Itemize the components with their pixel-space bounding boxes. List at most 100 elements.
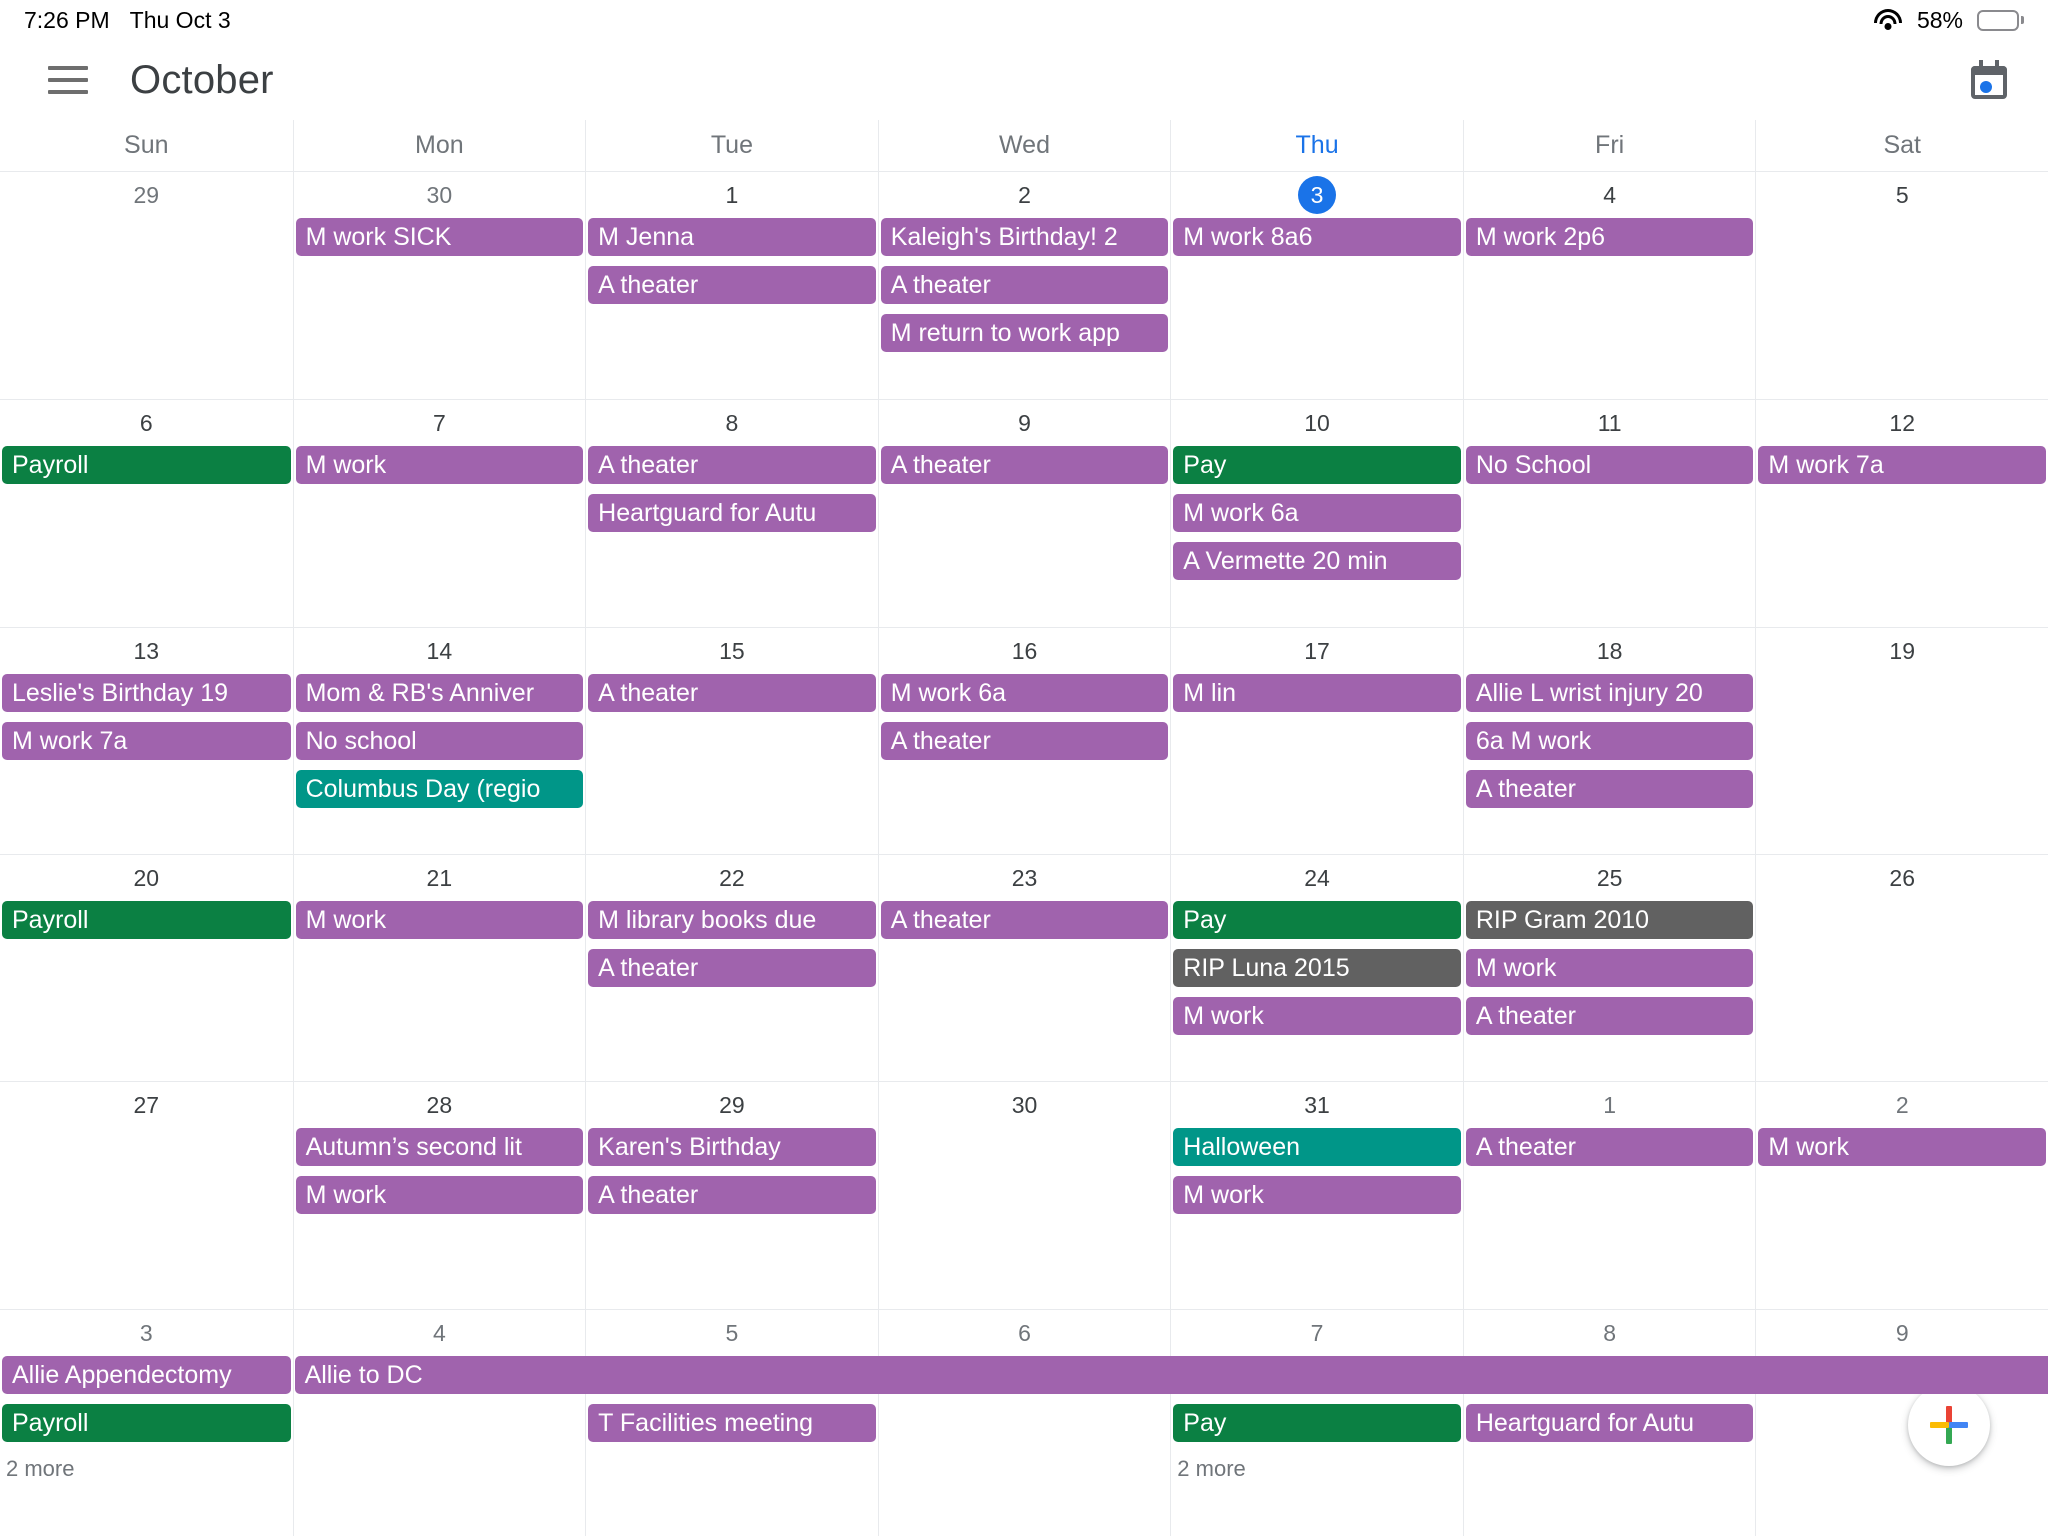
event-chip[interactable]: M work 7a — [1758, 446, 2046, 485]
day-cell[interactable]: 15 A theater — [585, 627, 878, 854]
day-cell[interactable]: 9 — [1755, 1309, 2048, 1536]
day-cell[interactable]: 16 M work 6a A theater — [877, 627, 1171, 854]
day-cell[interactable]: 1 M Jenna A theater — [585, 172, 878, 400]
event-chip[interactable]: M work 6a — [880, 673, 1169, 712]
more-events-link[interactable]: 2 more — [6, 1452, 291, 1486]
event-chip[interactable]: Payroll — [2, 900, 291, 939]
day-cell[interactable]: 7 M work — [292, 400, 586, 627]
day-cell[interactable]: 27 — [0, 1082, 293, 1308]
event-chip[interactable]: RIP Gram 2010 — [1465, 900, 1754, 939]
day-cell[interactable]: 22 M library books due A theater — [585, 854, 878, 1082]
event-chip[interactable]: A theater — [1465, 1128, 1754, 1167]
day-cell[interactable]: 3 Allie Appendectomy Payroll 2 more — [0, 1310, 293, 1536]
day-cell[interactable]: 30 M work SICK — [292, 172, 586, 400]
event-chip[interactable]: 6a M work — [1465, 721, 1754, 760]
event-chip[interactable]: No school — [295, 721, 584, 760]
event-chip[interactable]: Karen's Birthday — [588, 1128, 876, 1167]
event-chip[interactable]: M work — [295, 1176, 584, 1215]
event-chip[interactable]: Allie L wrist injury 20 — [1465, 673, 1754, 712]
day-cell[interactable]: 24 Pay RIP Luna 2015 M work — [1170, 854, 1463, 1082]
event-chip[interactable]: M work — [295, 900, 584, 939]
day-cell[interactable]: 4 M work 2p6 — [1462, 172, 1756, 400]
event-chip[interactable]: A Vermette 20 min — [1173, 542, 1461, 581]
day-cell[interactable]: 18 Allie L wrist injury 20 6a M work A the… — [1462, 627, 1756, 854]
event-chip[interactable]: Payroll — [2, 446, 291, 485]
multi-day-event-chip[interactable]: Allie to DC — [294, 1355, 2048, 1394]
day-cell[interactable]: 8 Heartguard for Autu — [1462, 1309, 1756, 1536]
day-cell[interactable]: 23 A theater — [877, 854, 1171, 1082]
event-chip[interactable]: Pay — [1173, 1403, 1461, 1442]
day-cell[interactable]: 19 — [1755, 627, 2048, 854]
event-chip[interactable]: A theater — [588, 266, 876, 304]
day-cell[interactable]: 14 Mom & RB's Anniver No school Columbus Da… — [292, 627, 586, 854]
event-chip[interactable]: Heartguard for Autu — [1465, 1403, 1754, 1442]
day-cell[interactable]: 12 M work 7a — [1755, 400, 2048, 627]
event-chip[interactable]: M work — [1465, 948, 1754, 987]
day-cell[interactable]: 3M work 8a6 — [1170, 172, 1463, 400]
day-cell[interactable]: 26 — [1755, 854, 2048, 1082]
event-chip[interactable]: A theater — [588, 948, 876, 987]
hamburger-menu-icon[interactable] — [48, 66, 88, 94]
day-cell[interactable]: 9 A theater — [877, 400, 1171, 627]
day-cell[interactable]: 25 RIP Gram 2010 M work A theater — [1462, 854, 1756, 1082]
create-event-fab[interactable] — [1908, 1384, 1990, 1466]
event-chip[interactable]: A theater — [880, 446, 1169, 485]
event-chip[interactable]: M work 6a — [1173, 494, 1461, 533]
day-cell[interactable]: 8 A theater Heartguard for Autu — [585, 400, 878, 627]
event-chip[interactable]: RIP Luna 2015 — [1173, 948, 1461, 987]
event-chip[interactable]: Pay — [1173, 446, 1461, 485]
day-cell[interactable]: 10 Pay M work 6a A Vermette 20 min — [1170, 400, 1463, 627]
event-chip[interactable]: M lin — [1173, 673, 1461, 712]
event-chip[interactable]: M work 8a6 — [1173, 218, 1461, 256]
day-cell[interactable]: 2 Kaleigh's Birthday! 2 A theater M return … — [877, 172, 1171, 400]
event-chip[interactable]: Pay — [1173, 900, 1461, 939]
event-chip[interactable]: Autumn’s second lit — [295, 1128, 584, 1167]
event-chip[interactable]: M work — [1173, 996, 1461, 1035]
event-chip[interactable]: M work 7a — [2, 721, 291, 760]
day-cell[interactable]: 30 — [877, 1082, 1171, 1309]
event-chip[interactable]: No School — [1465, 446, 1754, 485]
day-cell[interactable]: 28 Autumn’s second lit M work — [292, 1082, 586, 1309]
day-cell[interactable]: 29 Karen's Birthday A theater — [585, 1082, 878, 1309]
day-cell[interactable]: 29 — [0, 172, 293, 399]
event-chip[interactable]: M library books due — [588, 900, 876, 939]
event-chip[interactable]: Kaleigh's Birthday! 2 — [880, 218, 1169, 256]
day-cell[interactable]: 4 — [292, 1309, 586, 1536]
day-cell[interactable]: 13 Leslie's Birthday 19 M work 7a — [0, 628, 293, 854]
event-chip[interactable]: T Facilities meeting — [588, 1403, 876, 1442]
today-calendar-icon[interactable] — [1968, 59, 2010, 101]
event-chip[interactable]: M work — [1758, 1128, 2046, 1167]
event-chip[interactable]: A theater — [1465, 996, 1754, 1035]
event-chip[interactable]: A theater — [880, 266, 1169, 304]
day-cell[interactable]: 1 A theater — [1462, 1082, 1756, 1309]
day-cell[interactable]: 5 T Facilities meeting — [585, 1309, 878, 1536]
more-events-link[interactable]: 2 more — [1177, 1452, 1461, 1486]
event-chip[interactable]: A theater — [880, 721, 1169, 760]
event-chip[interactable]: M work SICK — [295, 218, 584, 256]
event-chip[interactable]: A theater — [588, 446, 876, 485]
event-chip[interactable]: A theater — [1465, 769, 1754, 808]
event-chip[interactable]: Columbus Day (regio — [295, 769, 584, 808]
event-chip[interactable]: M work — [295, 446, 584, 485]
event-chip[interactable]: M return to work app — [880, 314, 1169, 352]
event-chip[interactable]: Heartguard for Autu — [588, 494, 876, 533]
day-cell[interactable]: 11 No School — [1462, 400, 1756, 627]
event-chip[interactable]: Halloween — [1173, 1128, 1461, 1167]
day-cell[interactable]: 20 Payroll — [0, 855, 293, 1081]
event-chip[interactable]: Mom & RB's Anniver — [295, 673, 584, 712]
day-cell[interactable]: 6 — [877, 1309, 1171, 1536]
event-chip[interactable]: Allie Appendectomy — [2, 1355, 291, 1394]
event-chip[interactable]: M work — [1173, 1176, 1461, 1215]
day-cell[interactable]: 6 Payroll — [0, 400, 293, 626]
day-cell[interactable]: 5 — [1755, 172, 2048, 400]
day-cell[interactable]: 17 M lin — [1170, 627, 1463, 854]
day-cell[interactable]: 31 Halloween M work — [1170, 1082, 1463, 1309]
event-chip[interactable]: Payroll — [2, 1403, 291, 1442]
event-chip[interactable]: Leslie's Birthday 19 — [2, 673, 291, 712]
event-chip[interactable]: M Jenna — [588, 218, 876, 256]
event-chip[interactable]: A theater — [588, 673, 876, 712]
event-chip[interactable]: M work 2p6 — [1465, 218, 1754, 256]
event-chip[interactable]: A theater — [880, 900, 1169, 939]
day-cell[interactable]: 2 M work — [1755, 1082, 2048, 1309]
day-cell[interactable]: 7 Pay 2 more — [1170, 1309, 1463, 1536]
